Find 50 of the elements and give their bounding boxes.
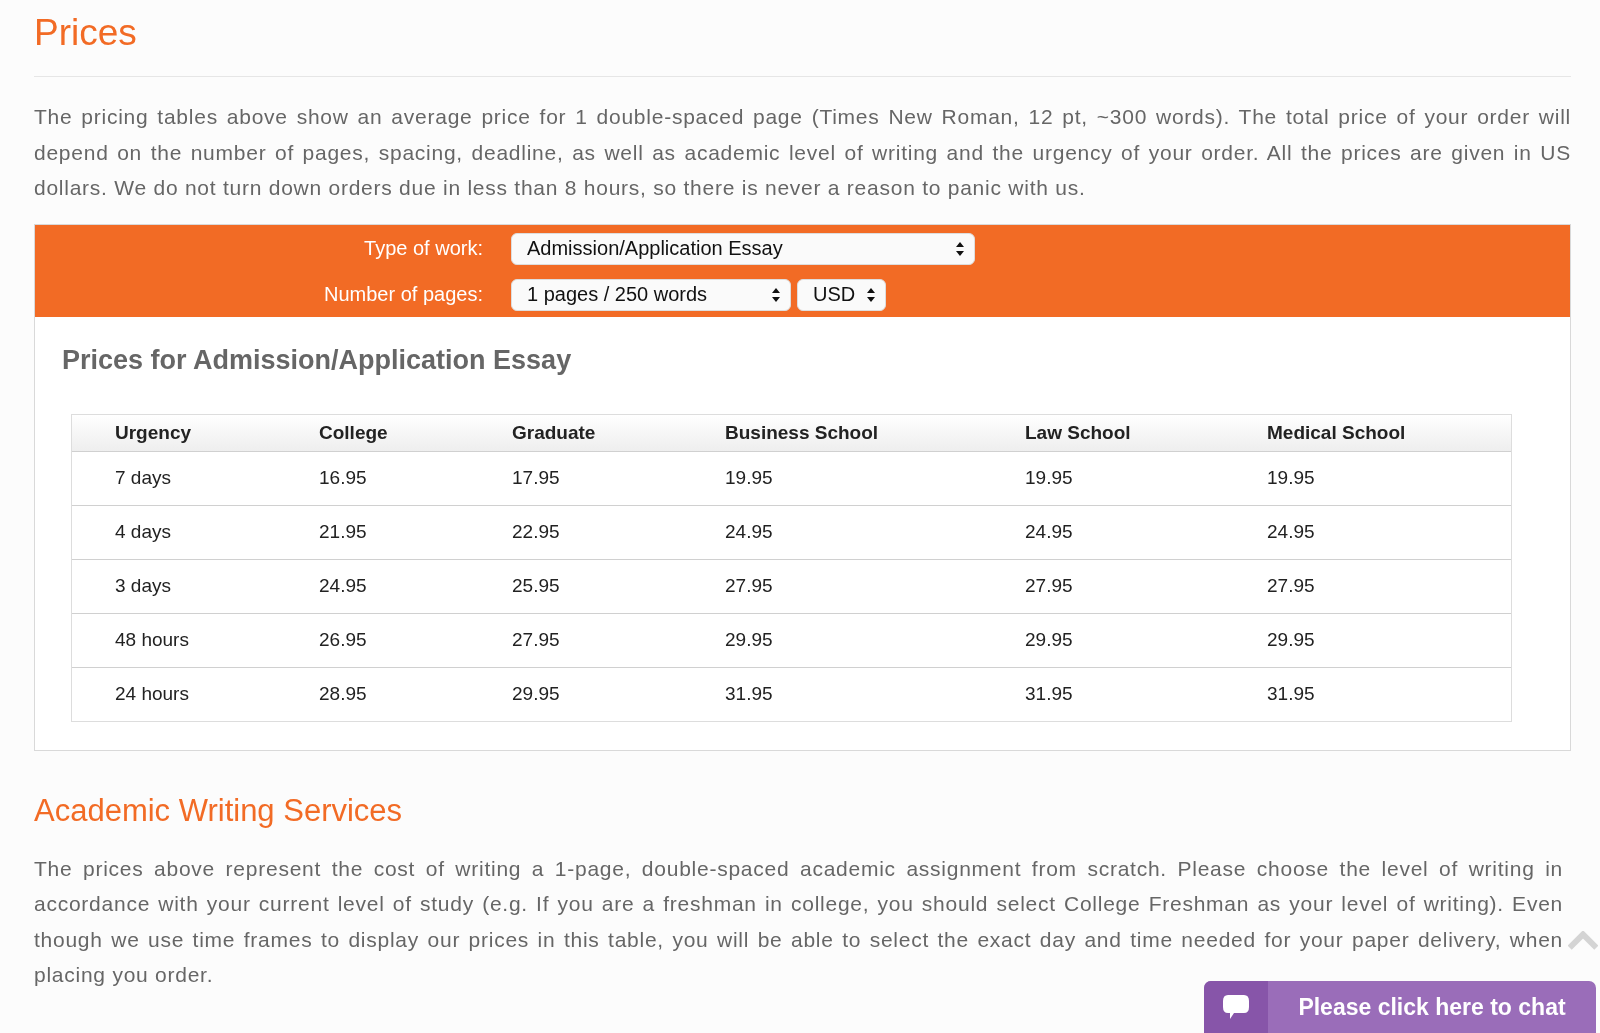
chat-button[interactable]: Please click here to chat [1204, 981, 1596, 1033]
table-cell-text: 16.95 [319, 467, 368, 489]
table-cell-text: 31.95 [1025, 683, 1074, 705]
table-cell-text: 27.95 [512, 629, 561, 651]
column-header: Law School [1025, 421, 1132, 444]
number-of-pages-label: Number of pages: [323, 283, 484, 306]
select-arrows-icon [955, 240, 965, 257]
table-cell-text: 27.95 [1267, 575, 1316, 597]
table-cell-text: 24.95 [725, 521, 774, 543]
currency-select[interactable]: USD [797, 278, 886, 311]
table-cell-text: 29.95 [1025, 629, 1074, 651]
table-cell-text: 29.95 [512, 683, 561, 705]
table-heading: Prices for Admission/Application Essay [62, 344, 572, 376]
table-cell-text: 19.95 [725, 467, 774, 489]
table-cell-text: 3 days [115, 575, 172, 597]
table-cell-text: 29.95 [1267, 629, 1316, 651]
table-cell-text: 26.95 [319, 629, 368, 651]
column-header: Graduate [512, 421, 597, 444]
intro-paragraph: The pricing tables above show an average price for 1 double-spaced page (Times New Roman, 12 pt, ~300 words). The total price of your order will depend on the number of pages, spacing, deadline, as well as academic level of writing and the urgency of your order. All the prices are given in US dollars. We do not turn down orders due in less than 8 hours, so there is never a reason to panic with us. [34, 104, 1571, 201]
table-cell-text: 27.95 [725, 575, 774, 597]
column-header: Business School [725, 421, 880, 444]
section-title: Academic Writing Services [34, 792, 403, 829]
table-cell-text: 29.95 [725, 629, 774, 651]
table-cell-text: 17.95 [512, 467, 561, 489]
table-cell-text: 24.95 [319, 575, 368, 597]
column-header: Urgency [115, 421, 193, 444]
pages-select[interactable]: 1 pages / 250 words [511, 278, 791, 311]
select-arrows-icon [771, 286, 781, 303]
scroll-up-icon[interactable] [1568, 931, 1598, 951]
table-cell-text: 24.95 [1267, 521, 1316, 543]
table-cell-text: 25.95 [512, 575, 561, 597]
table-cell-text: 48 hours [115, 629, 190, 651]
table-cell-text: 24.95 [1025, 521, 1074, 543]
table-cell-text: 31.95 [725, 683, 774, 705]
table-cell-text: 24 hours [115, 683, 190, 705]
table-cell-text: 31.95 [1267, 683, 1316, 705]
column-header: Medical School [1267, 421, 1407, 444]
table-cell-text: 19.95 [1025, 467, 1074, 489]
table-cell-text: 4 days [115, 521, 172, 543]
page-title: Prices [34, 11, 137, 55]
table-cell-text: 28.95 [319, 683, 368, 705]
table-cell-text: 22.95 [512, 521, 561, 543]
table-cell-text: 21.95 [319, 521, 368, 543]
table-cell-text: 7 days [115, 467, 172, 489]
column-header: College [319, 421, 389, 444]
type-of-work-select[interactable]: Admission/Application Essay [511, 232, 975, 265]
type-of-work-label: Type of work: [363, 237, 484, 260]
select-arrows-icon [866, 286, 876, 303]
table-cell-text: 19.95 [1267, 467, 1316, 489]
table-cell-text: 27.95 [1025, 575, 1074, 597]
